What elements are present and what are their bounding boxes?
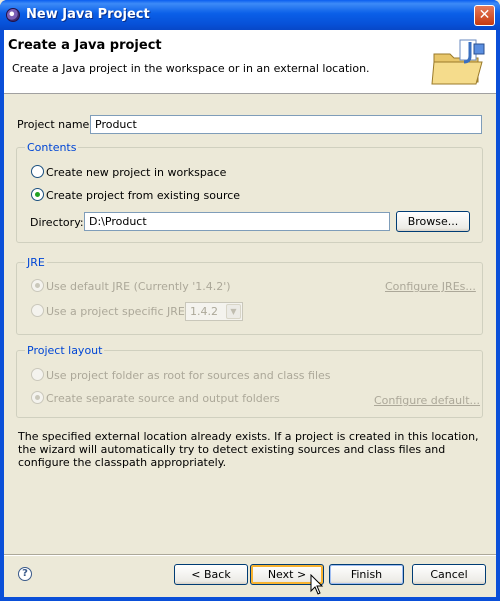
window-title: New Java Project: [26, 7, 150, 22]
separate-folders-label: Create separate source and output folder…: [46, 392, 280, 405]
create-from-existing-label: Create project from existing source: [46, 189, 241, 202]
root-folder-radio[interactable]: [31, 368, 44, 381]
close-button[interactable]: ✕: [474, 5, 495, 26]
create-new-project-label: Create new project in workspace: [46, 166, 227, 179]
cancel-button[interactable]: Cancel: [412, 564, 486, 585]
project-name-input[interactable]: Product: [90, 115, 482, 134]
contents-group-title: Contents: [25, 141, 79, 154]
configure-default-link[interactable]: Configure default...: [374, 394, 480, 407]
default-jre-label: Use default JRE (Currently '1.4.2'): [46, 280, 231, 293]
finish-button[interactable]: Finish: [329, 564, 404, 585]
create-new-project-radio[interactable]: [31, 165, 44, 178]
page-title: Create a Java project: [8, 38, 162, 53]
status-message: The specified external location already …: [18, 430, 479, 469]
new-folder-wizard-icon: [431, 39, 485, 85]
jre-group-title: JRE: [25, 256, 47, 269]
create-from-existing-radio[interactable]: [31, 188, 44, 201]
directory-label: Directory:: [30, 216, 84, 229]
directory-input[interactable]: D:\Product: [84, 212, 390, 231]
wizard-header: Create a Java project Create a Java proj…: [4, 30, 496, 94]
browse-button[interactable]: Browse...: [396, 211, 470, 232]
footer-separator: [4, 554, 496, 556]
default-jre-radio[interactable]: [31, 279, 44, 292]
configure-jres-link[interactable]: Configure JREs...: [385, 280, 476, 293]
back-button[interactable]: < Back: [174, 564, 248, 585]
specific-jre-radio[interactable]: [31, 304, 44, 317]
dialog-client: Create a Java project Create a Java proj…: [4, 30, 496, 597]
specific-jre-select[interactable]: 1.4.2 ▼: [185, 302, 243, 321]
root-folder-label: Use project folder as root for sources a…: [46, 369, 331, 382]
chevron-down-icon: ▼: [226, 304, 241, 319]
project-name-label: Project name:: [17, 118, 94, 131]
project-layout-group-title: Project layout: [25, 344, 105, 357]
separate-folders-radio[interactable]: [31, 391, 44, 404]
help-icon[interactable]: ?: [18, 567, 32, 581]
specific-jre-value: 1.4.2: [190, 305, 218, 318]
dialog-window: New Java Project ✕ Create a Java project…: [0, 0, 500, 601]
project-layout-group: Project layout: [16, 344, 483, 418]
mouse-cursor-icon: [310, 574, 324, 595]
title-bar[interactable]: New Java Project ✕: [0, 0, 500, 30]
jre-group: JRE: [16, 256, 483, 335]
eclipse-icon: [6, 8, 20, 22]
page-description: Create a Java project in the workspace o…: [12, 62, 370, 75]
specific-jre-label: Use a project specific JRE:: [46, 305, 189, 318]
